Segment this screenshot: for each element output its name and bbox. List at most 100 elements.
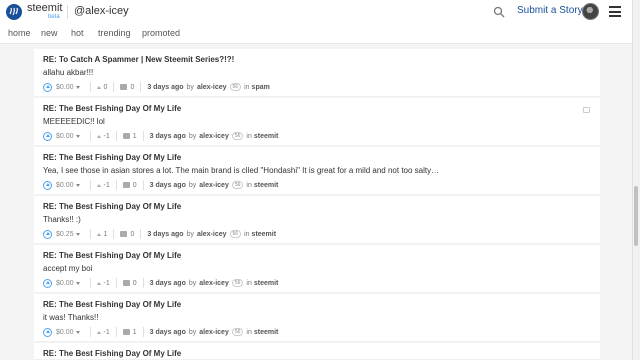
timestamp[interactable]: 3 days ago (150, 280, 186, 287)
comment-count[interactable]: 0 (133, 280, 137, 287)
in-label: in (246, 328, 252, 336)
comment-body[interactable]: Yea, I see those in asian stores a lot. … (43, 166, 439, 175)
user-avatar[interactable] (582, 3, 599, 20)
author-link[interactable]: alex-icey (197, 84, 227, 91)
vote-count[interactable]: -1 (104, 133, 110, 140)
category-link[interactable]: steemit (252, 231, 277, 238)
comment-title[interactable]: RE: The Best Fishing Day Of My Life (43, 104, 181, 113)
reputation-badge: 56 (231, 328, 244, 336)
meta-divider (113, 82, 115, 92)
vote-count[interactable]: -1 (104, 182, 110, 189)
comment-count[interactable]: 1 (133, 329, 137, 336)
upvote-icon[interactable] (43, 131, 52, 141)
timestamp[interactable]: 3 days ago (147, 231, 183, 238)
vote-count[interactable]: 1 (104, 231, 108, 238)
comment-meta: $0.00 -1 1 3 days ago by alex-icey 56 in… (43, 327, 278, 337)
nav-promoted[interactable]: promoted (142, 28, 180, 38)
comment-title[interactable]: RE: The Best Fishing Day Of My Life (43, 251, 181, 260)
meta-divider (89, 131, 91, 141)
by-label: by (188, 181, 197, 189)
meta-divider (89, 327, 91, 337)
in-label: in (246, 132, 252, 140)
timestamp[interactable]: 3 days ago (150, 133, 186, 140)
in-label: in (244, 230, 250, 238)
payout-value[interactable]: $0.00 (56, 329, 74, 336)
list-item: RE: The Best Fishing Day Of My Life (34, 343, 600, 360)
comment-meta: $0.00 -1 1 3 days ago by alex-icey 56 in… (43, 131, 278, 141)
comment-body[interactable]: MEEEEEDIC!! lol (43, 117, 105, 126)
comment-body[interactable]: allahu akbar!!! (43, 68, 93, 77)
payout-dropdown-icon[interactable] (75, 183, 80, 187)
author-link[interactable]: alex-icey (199, 133, 229, 140)
timestamp[interactable]: 3 days ago (150, 182, 186, 189)
comment-count[interactable]: 1 (133, 133, 137, 140)
vote-count[interactable]: -1 (104, 280, 110, 287)
author-link[interactable]: alex-icey (197, 231, 227, 238)
brand-name[interactable]: steemit (27, 3, 62, 14)
payout-dropdown-icon[interactable] (75, 232, 80, 236)
comment-body[interactable]: accept my boi (43, 264, 92, 273)
comment-title[interactable]: RE: To Catch A Spammer | New Steemit Ser… (43, 55, 234, 64)
timestamp[interactable]: 3 days ago (150, 329, 186, 336)
meta-divider (89, 278, 91, 288)
comment-count[interactable]: 0 (130, 231, 134, 238)
author-link[interactable]: alex-icey (199, 329, 229, 336)
scrollbar-thumb[interactable] (634, 186, 638, 246)
payout-value[interactable]: $0.25 (56, 231, 74, 238)
comment-body[interactable]: Thanks!! :) (43, 215, 81, 224)
payout-dropdown-icon[interactable] (75, 85, 80, 89)
category-link[interactable]: steemit (254, 133, 279, 140)
comment-icon (122, 133, 130, 139)
comment-count[interactable]: 0 (133, 182, 137, 189)
vote-count[interactable]: 0 (104, 84, 108, 91)
meta-divider (115, 278, 117, 288)
payout-dropdown-icon[interactable] (75, 134, 80, 138)
search-icon[interactable] (493, 6, 505, 18)
scrollbar-track[interactable] (632, 0, 640, 360)
submit-story-link[interactable]: Submit a Story (517, 5, 583, 16)
category-link[interactable]: steemit (254, 182, 279, 189)
comment-title[interactable]: RE: The Best Fishing Day Of My Life (43, 349, 181, 358)
nav-hot[interactable]: hot (71, 28, 84, 38)
payout-value[interactable]: $0.00 (56, 84, 74, 91)
profile-username[interactable]: @alex-icey (74, 5, 129, 17)
payout-dropdown-icon[interactable] (75, 281, 80, 285)
payout-value[interactable]: $0.00 (56, 182, 74, 189)
author-link[interactable]: alex-icey (199, 182, 229, 189)
payout-value[interactable]: $0.00 (56, 133, 74, 140)
comment-icon (120, 84, 128, 90)
upvote-icon[interactable] (43, 82, 52, 92)
nav-home[interactable]: home (8, 28, 31, 38)
upvote-icon[interactable] (43, 180, 52, 190)
in-label: in (246, 181, 252, 189)
beta-label: beta (48, 14, 60, 20)
category-link[interactable]: spam (252, 84, 270, 91)
payout-value[interactable]: $0.00 (56, 280, 74, 287)
nav-trending[interactable]: trending (98, 28, 131, 38)
reply-icon[interactable] (583, 107, 590, 113)
vote-count[interactable]: -1 (104, 329, 110, 336)
votes-icon (96, 281, 101, 285)
comment-count[interactable]: 0 (130, 84, 134, 91)
votes-icon (96, 85, 101, 89)
upvote-icon[interactable] (43, 278, 52, 288)
steemit-logo-icon[interactable] (6, 4, 22, 20)
comment-body[interactable]: it was! Thanks!! (43, 313, 98, 322)
comment-title[interactable]: RE: The Best Fishing Day Of My Life (43, 153, 181, 162)
nav-new[interactable]: new (41, 28, 58, 38)
timestamp[interactable]: 3 days ago (147, 84, 183, 91)
reputation-badge: 56 (231, 279, 244, 287)
meta-divider (115, 327, 117, 337)
category-link[interactable]: steemit (254, 329, 279, 336)
author-link[interactable]: alex-icey (199, 280, 229, 287)
comment-title[interactable]: RE: The Best Fishing Day Of My Life (43, 202, 181, 211)
payout-dropdown-icon[interactable] (75, 330, 80, 334)
in-label: in (244, 83, 250, 91)
menu-icon[interactable] (609, 6, 621, 17)
upvote-icon[interactable] (43, 229, 52, 239)
upvote-icon[interactable] (43, 327, 52, 337)
reputation-badge: 56 (229, 230, 242, 238)
meta-divider (89, 229, 91, 239)
category-link[interactable]: steemit (254, 280, 279, 287)
comment-title[interactable]: RE: The Best Fishing Day Of My Life (43, 300, 181, 309)
